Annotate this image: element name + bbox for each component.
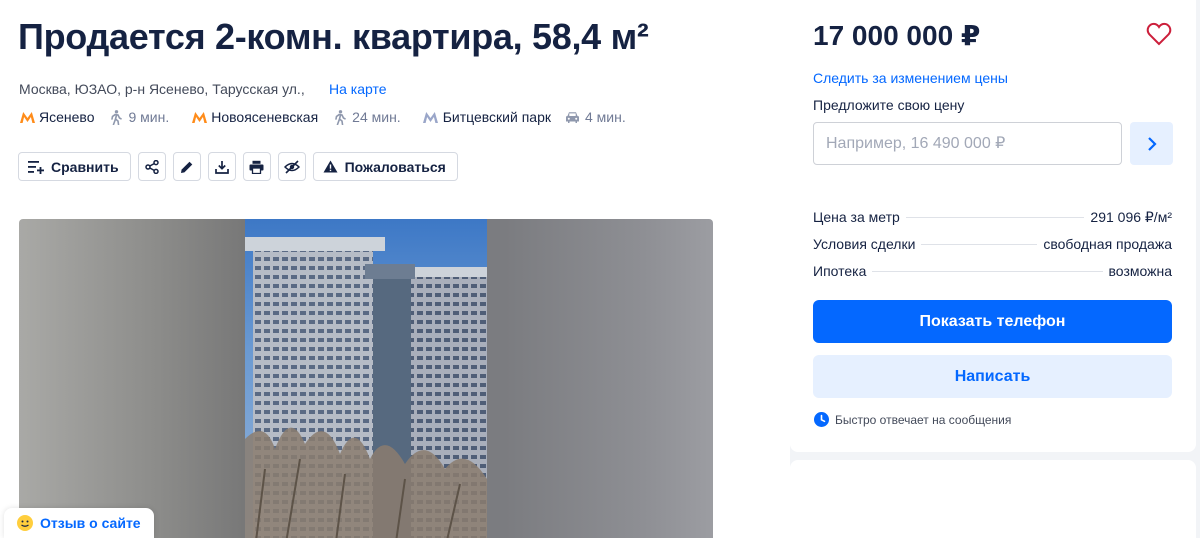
- metro-station[interactable]: Новоясеневская: [211, 109, 318, 125]
- edit-button[interactable]: [172, 152, 201, 181]
- fact-value: возможна: [1108, 263, 1172, 279]
- heart-icon: [1146, 22, 1172, 46]
- warning-icon: [323, 160, 338, 173]
- listing-main: Продается 2-комн. квартира, 58,4 м² Моск…: [0, 0, 790, 538]
- fact-key: Ипотека: [813, 263, 867, 279]
- metro-icon: [19, 109, 35, 125]
- hide-button[interactable]: [277, 152, 306, 181]
- metro-icon: [191, 109, 207, 125]
- submit-offer-button[interactable]: [1130, 122, 1173, 165]
- fact-value: свободная продажа: [1043, 236, 1172, 252]
- response-note: Быстро отвечает на сообщения: [814, 412, 1011, 427]
- price: 17 000 000 ₽: [813, 20, 981, 51]
- fact-key: Цена за метр: [813, 209, 900, 225]
- car-icon: [565, 109, 581, 125]
- response-note-text: Быстро отвечает на сообщения: [835, 412, 1012, 427]
- print-button[interactable]: [242, 152, 271, 181]
- compare-label: Сравнить: [51, 158, 119, 175]
- smile-icon: [17, 515, 33, 531]
- fact-value: 291 096 ₽/м²: [1090, 209, 1172, 225]
- map-link[interactable]: На карте: [329, 81, 387, 97]
- complain-label: Пожаловаться: [344, 158, 446, 175]
- address: Москва, ЮЗАО, р-н Ясенево, Тарусская ул.…: [19, 81, 305, 97]
- building-photo: [245, 219, 487, 538]
- edit-icon: [180, 161, 192, 173]
- secondary-card: [790, 460, 1196, 538]
- fact-key: Условия сделки: [813, 236, 916, 252]
- complain-button[interactable]: Пожаловаться: [312, 152, 458, 181]
- fact-row: Цена за метр 291 096 ₽/м²: [813, 209, 1172, 236]
- price-facts: Цена за метр 291 096 ₽/м² Условия сделки…: [813, 209, 1172, 290]
- watch-price-link[interactable]: Следить за изменением цены: [813, 70, 1008, 86]
- metro-time: 9 мин.: [128, 109, 170, 125]
- listing-photo[interactable]: [19, 219, 713, 538]
- fact-divider: [872, 271, 1103, 272]
- hide-icon: [283, 159, 300, 174]
- metro-time: 24 мин.: [352, 109, 401, 125]
- metro-icon: [423, 109, 439, 125]
- metro-list: Ясенево 9 мин. Новоясеневская 24 мин. Би…: [19, 108, 648, 126]
- clock-icon: [814, 412, 829, 427]
- action-toolbar: Сравнить Пожаловаться: [18, 152, 458, 181]
- download-icon: [214, 160, 229, 174]
- show-phone-button[interactable]: Показать телефон: [813, 300, 1172, 343]
- download-button[interactable]: [207, 152, 236, 181]
- share-icon: [144, 159, 159, 174]
- write-message-button[interactable]: Написать: [813, 355, 1172, 398]
- metro-station[interactable]: Ясенево: [39, 109, 94, 125]
- favorite-button[interactable]: [1146, 22, 1172, 46]
- offer-price-input[interactable]: [813, 122, 1122, 165]
- chevron-right-icon: [1147, 136, 1157, 151]
- compare-icon: [28, 160, 44, 174]
- offer-label: Предложите свою цену: [813, 97, 965, 113]
- fact-row: Условия сделки свободная продажа: [813, 236, 1172, 263]
- metro-station[interactable]: Битцевский парк: [443, 109, 551, 125]
- feedback-button[interactable]: Отзыв о сайте: [4, 508, 154, 538]
- walk-icon: [108, 109, 124, 125]
- compare-button[interactable]: Сравнить: [18, 152, 131, 181]
- print-icon: [249, 160, 264, 174]
- price-card: 17 000 000 ₽ Следить за изменением цены …: [790, 0, 1196, 452]
- fact-row: Ипотека возможна: [813, 263, 1172, 290]
- fact-divider: [905, 217, 1085, 218]
- metro-time: 4 мин.: [584, 109, 626, 125]
- walk-icon: [332, 109, 348, 125]
- share-button[interactable]: [137, 152, 166, 181]
- page-title: Продается 2-комн. квартира, 58,4 м²: [18, 16, 649, 57]
- feedback-label: Отзыв о сайте: [40, 515, 141, 531]
- fact-divider: [921, 244, 1038, 245]
